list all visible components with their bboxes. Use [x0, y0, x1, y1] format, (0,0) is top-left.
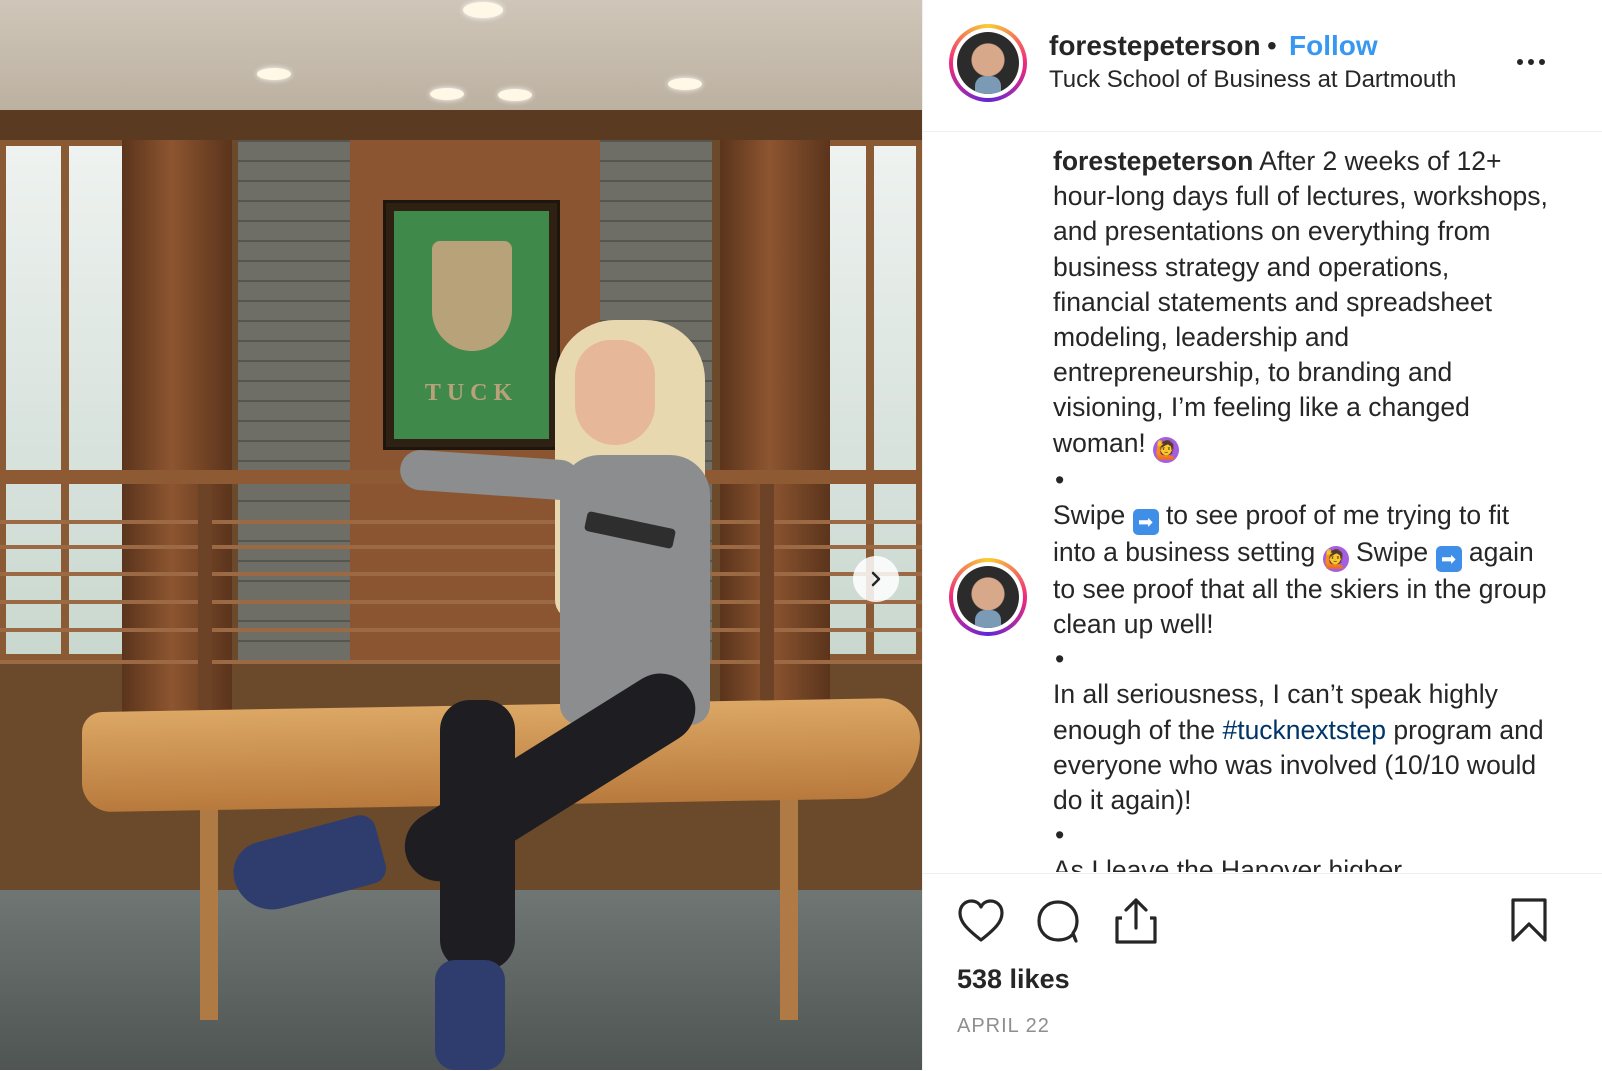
ceiling-light [498, 89, 532, 101]
bench-leg [780, 795, 798, 1020]
bookmark-icon[interactable] [1509, 896, 1549, 944]
avatar[interactable] [949, 24, 1027, 102]
arrow-right-emoji: ➡ [1132, 508, 1159, 535]
post-header: forestepeterson • Follow Tuck School of … [923, 0, 1602, 132]
more-horizontal-icon [1517, 59, 1523, 65]
railing-post [760, 484, 774, 714]
instagram-post: TUCK forestepeterson • Follow Tuck Schoo… [0, 0, 1602, 1070]
window-left [0, 140, 135, 660]
woman-emoji: 🙋 [1153, 436, 1180, 463]
bullet: • [1055, 644, 1065, 675]
post-photo[interactable]: TUCK [0, 0, 922, 1070]
avatar-image [957, 32, 1019, 94]
person-face [575, 340, 655, 445]
bullet: • [1055, 820, 1065, 851]
post-date[interactable]: APRIL 22 [957, 1015, 1050, 1038]
sneaker [435, 960, 505, 1070]
caption-text: After 2 weeks of 12+ hour-long days full… [1053, 146, 1548, 458]
railing-bar [0, 660, 922, 664]
arrow-right-emoji: ➡ [1435, 545, 1462, 572]
post-details-panel: forestepeterson • Follow Tuck School of … [922, 0, 1602, 1070]
stone-pillar [238, 140, 350, 660]
caption-avatar[interactable] [949, 558, 1027, 636]
avatar-image [957, 566, 1019, 628]
more-options-button[interactable] [1517, 50, 1557, 74]
caption-text: Swipe [1355, 536, 1429, 567]
bench-leg [200, 795, 218, 1020]
tuck-shield-logo [432, 241, 512, 351]
railing-bar [0, 572, 922, 576]
location-link[interactable]: Tuck School of Business at Dartmouth [1049, 66, 1456, 94]
share-icon[interactable] [1113, 896, 1159, 946]
caption: forestepeterson After 2 weeks of 12+ hou… [1053, 144, 1553, 872]
railing-bar [0, 545, 922, 549]
tuck-plaque: TUCK [383, 200, 560, 450]
wood-column [720, 140, 830, 760]
ceiling-light [257, 68, 291, 80]
plaque-text: TUCK [424, 380, 519, 406]
bullet: • [1055, 464, 1065, 495]
chevron-right-icon [871, 571, 881, 587]
comment-icon[interactable] [1035, 898, 1081, 944]
header-username[interactable]: forestepeterson [1049, 30, 1261, 62]
header-separator: • [1267, 30, 1277, 61]
ceiling-light [668, 78, 702, 90]
caption-text: As I leave the Hanover higher [1053, 855, 1403, 872]
railing-bar [0, 520, 922, 524]
woman-emoji: 🙋 [1322, 545, 1349, 572]
caption-username[interactable]: forestepeterson [1053, 146, 1253, 176]
ceiling-light [430, 88, 464, 100]
heart-icon[interactable] [957, 898, 1005, 944]
likes-count[interactable]: 538 likes [957, 964, 1070, 995]
action-bar: 538 likes APRIL 22 [923, 873, 1602, 1071]
railing-bar [0, 600, 922, 604]
ceiling-light [463, 2, 503, 18]
carousel-next-button[interactable] [853, 556, 899, 602]
wood-column [122, 140, 232, 760]
ceiling-beam [0, 110, 922, 140]
follow-button[interactable]: Follow [1289, 30, 1378, 62]
railing-bar [0, 628, 922, 632]
comments-area: forestepeterson After 2 weeks of 12+ hou… [923, 132, 1602, 872]
railing-post [198, 484, 212, 714]
hashtag-link[interactable]: #tucknextstep [1222, 715, 1386, 745]
caption-text: Swipe [1053, 499, 1126, 530]
